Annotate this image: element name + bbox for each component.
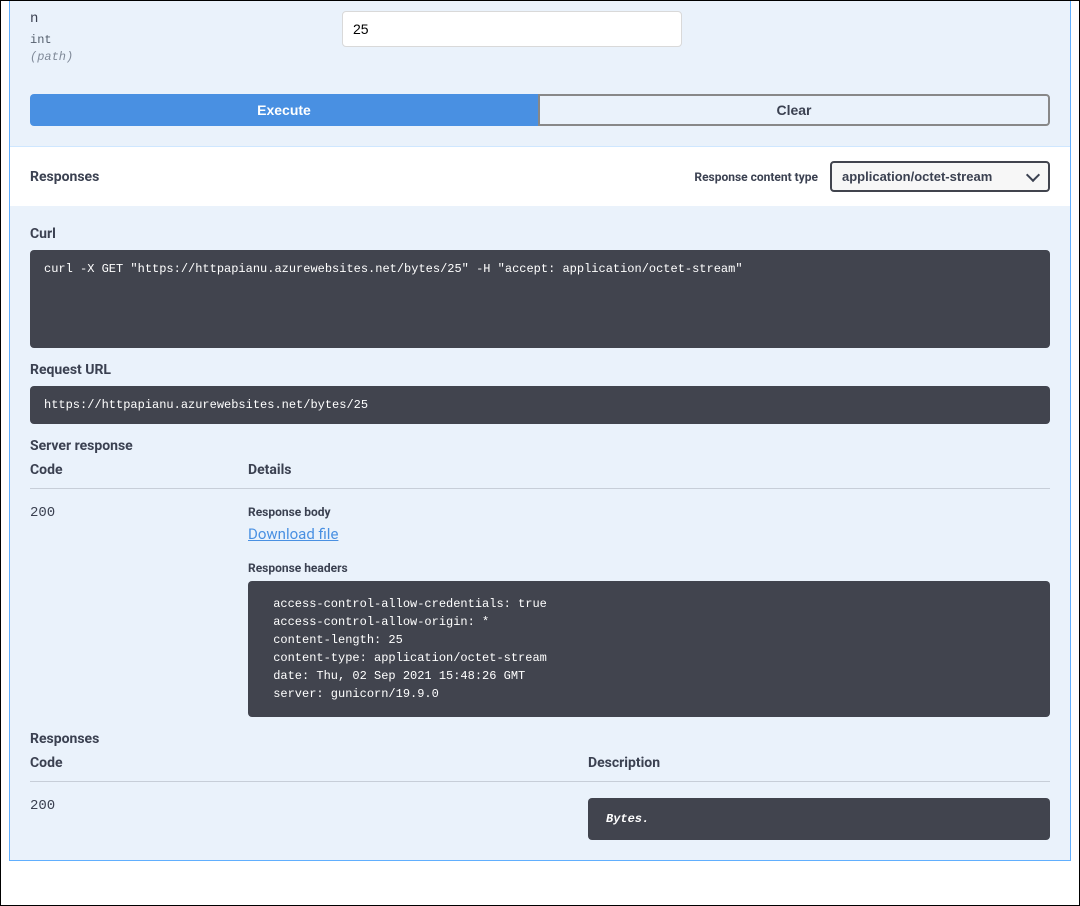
response-headers-label: Response headers [248,561,1050,575]
th-code-2: Code [30,755,588,771]
documented-responses-label: Responses [30,731,1050,747]
swagger-ui-container: n int (path) Execute Clear Responses Res… [0,0,1080,906]
clear-button[interactable]: Clear [538,94,1050,126]
response-code-200: 200 [30,505,248,521]
content-type-select-wrap: application/octet-stream [830,161,1050,192]
content-type-select[interactable]: application/octet-stream [830,161,1050,192]
th-description: Description [588,755,1050,771]
curl-command-box[interactable]: curl -X GET "https://httpapianu.azureweb… [30,250,1050,348]
th-details: Details [248,462,1050,478]
request-url-box[interactable]: https://httpapianu.azurewebsites.net/byt… [30,386,1050,424]
content-type-label: Response content type [694,170,818,184]
parameter-input-col [342,11,682,47]
content-type-group: Response content type application/octet-… [694,161,1050,192]
download-file-link[interactable]: Download file [248,525,338,543]
parameter-label-col: n int (path) [30,11,342,64]
execute-button[interactable]: Execute [30,94,538,126]
responses-body: Curl curl -X GET "https://httpapianu.azu… [10,206,1070,860]
documented-description-cell: Bytes. [588,798,1050,840]
server-response-row: 200 Response body Download file Response… [30,505,1050,717]
response-body-label: Response body [248,505,1050,519]
parameters-section: n int (path) Execute Clear [10,1,1070,146]
curl-label: Curl [30,226,1050,242]
server-response-table: Code Details 200 Response body Download … [30,462,1050,717]
request-url-label: Request URL [30,362,1050,378]
documented-responses-thead: Code Description [30,755,1050,782]
responses-title: Responses [30,169,99,185]
responses-header-bar: Responses Response content type applicat… [10,146,1070,206]
button-row: Execute Clear [30,94,1050,126]
server-response-thead: Code Details [30,462,1050,489]
param-name: n [30,11,342,27]
response-headers-box[interactable]: access-control-allow-credentials: true a… [248,581,1050,717]
response-details: Response body Download file Response hea… [248,505,1050,717]
description-box: Bytes. [588,798,1050,840]
server-response-label: Server response [30,438,1050,454]
parameter-row: n int (path) [30,11,1050,64]
th-code: Code [30,462,248,478]
documented-response-row: 200 Bytes. [30,798,1050,840]
param-type: int [30,33,342,47]
param-in: (path) [30,50,342,64]
operation-panel: n int (path) Execute Clear Responses Res… [9,1,1071,861]
param-n-input[interactable] [342,11,682,47]
documented-code-200: 200 [30,798,588,814]
documented-responses-table: Code Description 200 Bytes. [30,755,1050,840]
